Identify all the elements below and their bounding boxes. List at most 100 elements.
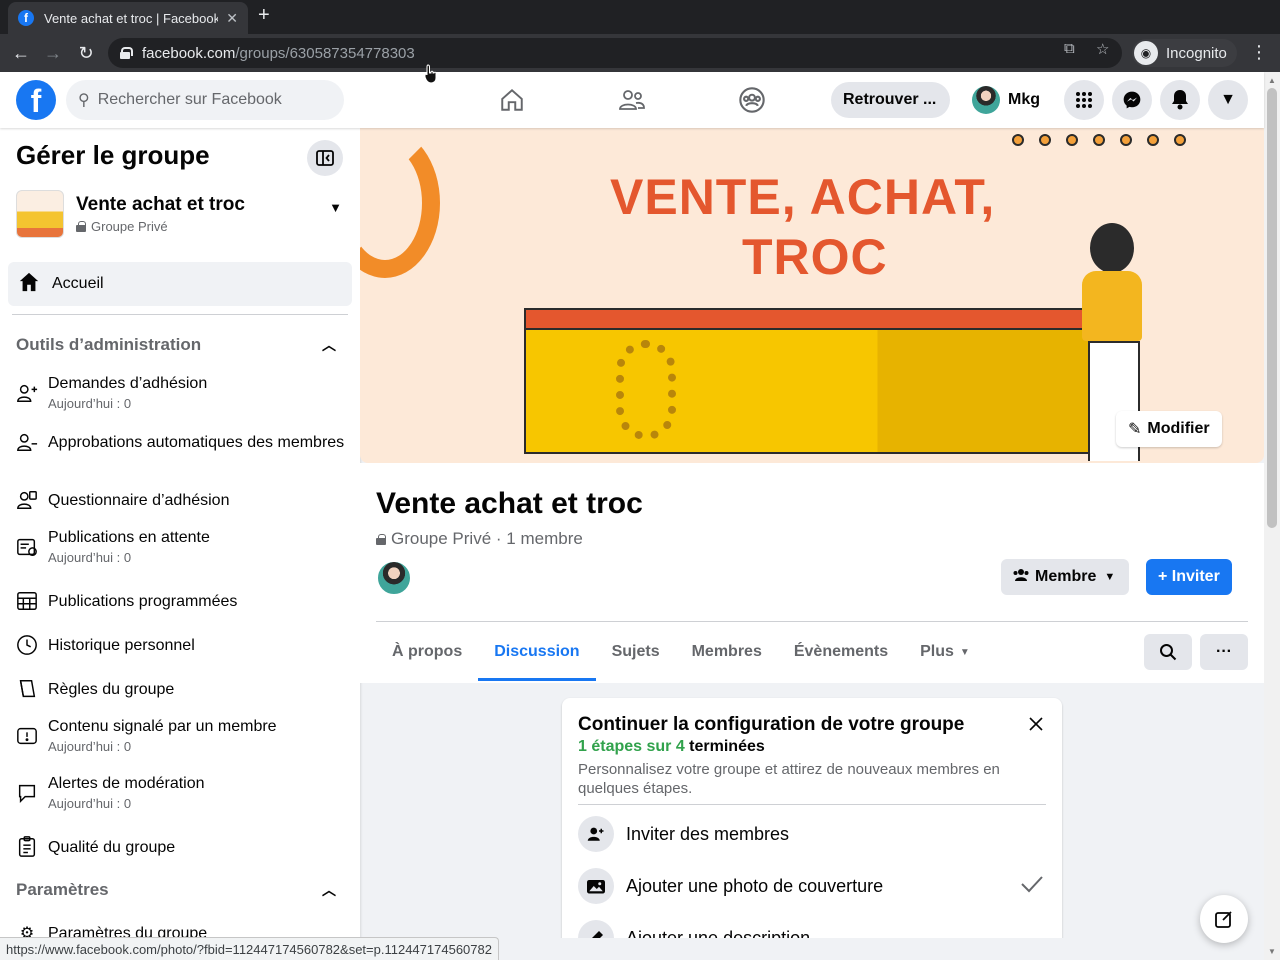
group-search-button[interactable] [1144, 634, 1192, 670]
clock-icon [16, 634, 38, 656]
lock-icon [376, 533, 386, 545]
find-friends-button[interactable]: Retrouver ... [831, 82, 951, 118]
setup-card: Continuer la configuration de votre grou… [562, 698, 1062, 938]
browser-tab[interactable]: f Vente achat et troc | Facebook ✕ [8, 2, 248, 34]
step-add-cover-photo[interactable]: Ajouter une photo de couverture [578, 866, 1048, 906]
sidebar-item-home[interactable]: Accueil [8, 262, 352, 306]
search-icon [1160, 644, 1177, 661]
more-options-button[interactable]: ··· [1200, 634, 1248, 670]
sidebar-item-activity-log[interactable]: Historique personnel [16, 634, 346, 656]
close-icon[interactable] [1024, 712, 1048, 736]
section-title: Outils d’administration [16, 335, 202, 354]
cover-dots [1012, 134, 1186, 146]
sidebar-item-group-quality[interactable]: Qualité du groupe [16, 836, 346, 858]
sidebar-item-pending-posts[interactable]: Publications en attente Aujourd’hui : 0 [16, 528, 346, 565]
member-count[interactable]: · 1 membre [496, 529, 583, 549]
step-label: Inviter des membres [626, 823, 790, 844]
sidebar-item-label: Historique personnel [48, 636, 195, 654]
facebook-logo-icon[interactable]: f [16, 80, 56, 120]
gear-icon: ⚙ [19, 925, 35, 938]
incognito-label: Incognito [1166, 44, 1227, 62]
group-thumbnail [16, 190, 64, 238]
setup-card-title: Continuer la configuration de votre grou… [578, 714, 965, 735]
scroll-down-icon[interactable]: ▼ [1268, 947, 1276, 956]
browser-tab-bar: f Vente achat et troc | Facebook ✕ + [0, 0, 1280, 34]
invite-button[interactable]: + Inviter [1146, 559, 1232, 595]
bookmark-star-icon[interactable]: ☆ [1096, 40, 1109, 58]
home-nav-icon[interactable] [492, 84, 532, 116]
page-scrollbar[interactable]: ▲ ▼ [1264, 72, 1280, 960]
sidebar-item-label: Alertes de modération [48, 775, 205, 792]
translate-icon[interactable]: ⧉ [1064, 40, 1075, 57]
url-path: /groups/630587354778303 [235, 44, 415, 62]
step-invite-members[interactable]: Inviter des membres [578, 814, 1048, 854]
sidebar-item-label: Contenu signalé par un membre [48, 718, 277, 735]
group-tabs: À propos Discussion Sujets Membres Évène… [376, 623, 986, 681]
checkmark-icon [1020, 874, 1044, 899]
new-message-button[interactable] [1200, 895, 1248, 943]
facebook-search[interactable]: ⚲ [66, 80, 344, 120]
messenger-icon[interactable] [1112, 80, 1152, 120]
sidebar-item-moderation-alerts[interactable]: Alertes de modération Aujourd’hui : 0 [16, 774, 346, 811]
collapse-sidebar-icon[interactable] [307, 140, 343, 176]
divider [12, 314, 348, 315]
new-tab-icon[interactable]: + [258, 4, 270, 27]
step-label: Ajouter une photo de couverture [626, 875, 884, 896]
sidebar-item-group-settings[interactable]: ⚙ Paramètres du groupe [16, 923, 346, 939]
reload-icon[interactable]: ↻ [73, 40, 99, 66]
settings-header[interactable]: Paramètres ︿ [16, 880, 336, 900]
tab-members[interactable]: Membres [676, 623, 778, 681]
step-label: Ajouter une description [626, 927, 811, 939]
sidebar-item-group-rules[interactable]: Règles du groupe [16, 678, 346, 700]
tab-discussion[interactable]: Discussion [478, 623, 596, 681]
group-privacy[interactable]: Groupe Privé [391, 529, 491, 549]
tab-about[interactable]: À propos [376, 623, 478, 681]
sidebar-item-questionnaire[interactable]: Questionnaire d’adhésion [16, 489, 346, 511]
cover-photo[interactable]: VENTE, ACHAT, TROC ✎ Modifier [360, 128, 1264, 463]
search-input[interactable] [97, 91, 318, 109]
person-auto-icon [16, 431, 38, 453]
link-status-bar: https://www.facebook.com/photo/?fbid=112… [0, 937, 499, 960]
group-privacy: Groupe Privé [91, 219, 168, 234]
section-title: Paramètres [16, 880, 109, 899]
tab-events[interactable]: Évènements [778, 623, 904, 681]
incognito-indicator[interactable]: ◉ Incognito [1132, 39, 1237, 67]
tab-topics[interactable]: Sujets [596, 623, 676, 681]
account-caret-icon[interactable]: ▼ [1208, 80, 1248, 120]
sidebar-title: Gérer le groupe [16, 140, 210, 170]
groups-nav-icon[interactable] [732, 84, 772, 116]
person-add-icon [578, 816, 614, 852]
forward-icon[interactable]: → [40, 40, 66, 66]
group-selector[interactable]: Vente achat et troc Groupe Privé ▼ [16, 188, 344, 240]
address-bar[interactable]: facebook.com/groups/630587354778303 [108, 38, 1122, 68]
tab-more[interactable]: Plus ▼ [904, 623, 986, 681]
notifications-bell-icon[interactable] [1160, 80, 1200, 120]
sidebar-item-auto-approvals[interactable]: Approbations automatiques des membres [16, 431, 346, 453]
sidebar-item-label: Qualité du groupe [48, 838, 176, 856]
questionnaire-icon [16, 489, 38, 511]
friends-nav-icon[interactable] [612, 84, 652, 116]
profile-shortcut[interactable]: Mkg [972, 84, 1040, 116]
sidebar-item-join-requests[interactable]: Demandes d’adhésion Aujourd’hui : 0 [16, 374, 346, 411]
members-icon [1013, 568, 1029, 587]
tab-close-icon[interactable]: ✕ [226, 10, 238, 27]
member-avatar[interactable] [376, 560, 412, 596]
manage-group-sidebar: Gérer le groupe Vente achat et troc Grou… [0, 128, 360, 938]
step-add-description[interactable]: Ajouter une description [578, 918, 1048, 938]
report-icon [16, 725, 38, 747]
menu-grid-icon[interactable] [1064, 80, 1104, 120]
sidebar-item-label: Publications en attente [48, 529, 210, 546]
browser-menu-icon[interactable]: ⋮ [1250, 42, 1268, 63]
edit-cover-button[interactable]: ✎ Modifier [1116, 411, 1222, 447]
membership-button[interactable]: Membre ▼ [1001, 559, 1130, 595]
lock-icon [76, 221, 86, 232]
sidebar-item-reported-content[interactable]: Contenu signalé par un membre Aujourd’hui… [16, 717, 346, 754]
setup-progress-done: 1 étapes sur 4 [578, 738, 685, 755]
back-icon[interactable]: ← [8, 40, 34, 66]
tab-more-label: Plus [920, 643, 954, 660]
scroll-up-icon[interactable]: ▲ [1268, 76, 1276, 85]
sidebar-item-scheduled-posts[interactable]: Publications programmées [16, 590, 346, 612]
hand-cursor-icon [424, 64, 437, 84]
scrollbar-thumb[interactable] [1267, 88, 1277, 528]
admin-tools-header[interactable]: Outils d’administration ︿ [16, 335, 336, 355]
